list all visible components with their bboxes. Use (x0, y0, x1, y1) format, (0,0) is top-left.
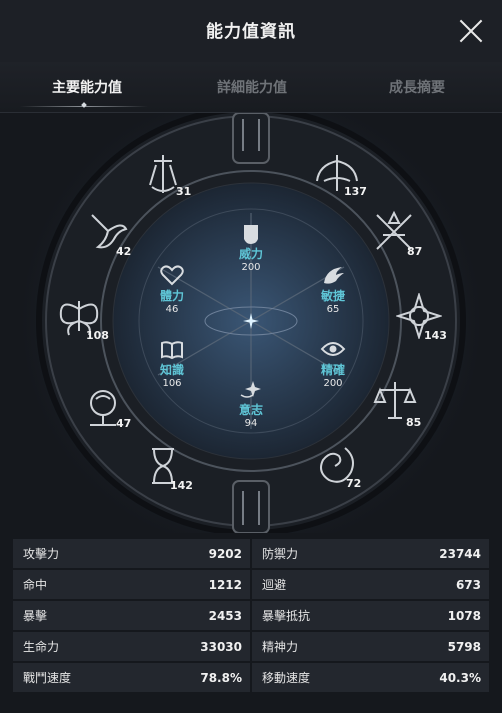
outer-stat-9-value: 142 (170, 479, 193, 492)
stat-cell-combat-speed: 戰鬥速度 78.8% (13, 663, 250, 692)
outer-stat-6-value: 143 (424, 329, 447, 342)
stat-cell-evasion: 迴避 673 (252, 570, 489, 599)
stat-value: 1212 (208, 577, 242, 592)
stat-wheel: 31 137 42 87 108 143 47 85 142 72 威力 200… (0, 113, 502, 533)
inner-stat-stamina[interactable]: 體力 46 (137, 263, 207, 315)
stat-label: 生命力 (23, 640, 60, 654)
stat-cell-hp: 生命力 33030 (13, 632, 250, 661)
stat-row: 戰鬥速度 78.8% 移動速度 40.3% (12, 663, 490, 694)
inner-stat-label: 意志 (238, 403, 263, 417)
inner-stat-label: 體力 (159, 289, 184, 303)
stat-label: 移動速度 (262, 671, 311, 685)
stat-cell-attack: 攻擊力 9202 (13, 539, 250, 568)
book-icon (161, 341, 183, 360)
inner-stat-will[interactable]: 意志 94 (216, 377, 286, 429)
stat-cell-mp: 精神力 5798 (252, 632, 489, 661)
outer-stat-4-value: 87 (407, 245, 423, 258)
outer-stat-1-value: 31 (176, 185, 192, 198)
outer-stat-8-value: 85 (406, 416, 422, 429)
inner-stat-label: 威力 (238, 247, 263, 261)
stat-cell-critical: 暴擊 2453 (13, 601, 250, 630)
fist-icon (244, 225, 258, 244)
stat-row: 生命力 33030 精神力 5798 (12, 632, 490, 663)
stat-value: 5798 (447, 639, 481, 654)
inner-stat-knowledge[interactable]: 知識 106 (137, 337, 207, 389)
stat-value: 23744 (439, 546, 481, 561)
shooting-star-icon (240, 381, 261, 398)
close-icon[interactable] (458, 18, 484, 44)
inner-stat-precision[interactable]: 精確 200 (298, 337, 368, 389)
page-title: 能力值資訊 (206, 22, 296, 42)
stat-row: 暴擊 2453 暴擊抵抗 1078 (12, 601, 490, 632)
outer-stat-10-value: 72 (346, 477, 362, 490)
stat-table: 攻擊力 9202 防禦力 23744 命中 1212 迴避 673 暴擊 2453 暴擊抵… (12, 539, 490, 694)
tab-main-stats[interactable]: 主要能力值 (17, 77, 157, 97)
stat-value: 2453 (208, 608, 242, 623)
stat-value: 1078 (447, 608, 481, 623)
inner-stat-label: 知識 (159, 363, 184, 377)
stat-value: 33030 (200, 639, 242, 654)
stat-cell-move-speed: 移動速度 40.3% (252, 663, 489, 692)
outer-stat-2-value: 137 (344, 185, 367, 198)
stat-value: 9202 (208, 546, 242, 561)
stat-cell-critical-resist: 暴擊抵抗 1078 (252, 601, 489, 630)
inner-stat-power[interactable]: 威力 200 (216, 221, 286, 273)
stat-row: 攻擊力 9202 防禦力 23744 (12, 539, 490, 570)
stat-label: 暴擊抵抗 (262, 609, 311, 623)
inner-stat-label: 精確 (320, 363, 345, 377)
outer-stat-3-value: 42 (116, 245, 132, 258)
inner-stat-value: 94 (244, 418, 258, 429)
stat-value: 673 (455, 577, 481, 592)
stat-value: 40.3% (439, 670, 481, 685)
inner-stat-value: 46 (165, 304, 179, 315)
stat-label: 迴避 (262, 578, 287, 592)
inner-stat-value: 106 (162, 378, 182, 389)
stat-cell-defense: 防禦力 23744 (252, 539, 489, 568)
inner-stat-agility[interactable]: 敏捷 65 (298, 263, 368, 315)
stat-label: 攻擊力 (23, 547, 60, 561)
tab-growth-summary[interactable]: 成長摘要 (347, 77, 487, 97)
stat-label: 暴擊 (23, 609, 48, 623)
stat-label: 命中 (23, 578, 48, 592)
stat-info-panel: 能力值資訊 主要能力值 詳細能力值 成長摘要 31 137 42 87 108 … (0, 0, 502, 713)
stat-cell-accuracy: 命中 1212 (13, 570, 250, 599)
inner-stat-value: 65 (326, 304, 340, 315)
eye-icon (320, 342, 346, 356)
stat-label: 精神力 (262, 640, 299, 654)
outer-stat-7-value: 47 (116, 417, 132, 430)
stat-label: 戰鬥速度 (23, 671, 72, 685)
stat-value: 78.8% (200, 670, 242, 685)
stat-label: 防禦力 (262, 547, 299, 561)
tab-bar: 主要能力值 詳細能力值 成長摘要 (0, 62, 502, 113)
inner-stat-value: 200 (241, 262, 261, 273)
heart-icon (160, 265, 184, 286)
stat-row: 命中 1212 迴避 673 (12, 570, 490, 601)
outer-stat-5-value: 108 (86, 329, 109, 342)
inner-stat-value: 200 (323, 378, 343, 389)
tab-detailed-stats[interactable]: 詳細能力值 (182, 77, 322, 97)
header: 能力值資訊 (0, 0, 502, 62)
wing-icon (324, 267, 344, 284)
center-star-icon (243, 313, 259, 329)
inner-stat-label: 敏捷 (320, 289, 345, 303)
